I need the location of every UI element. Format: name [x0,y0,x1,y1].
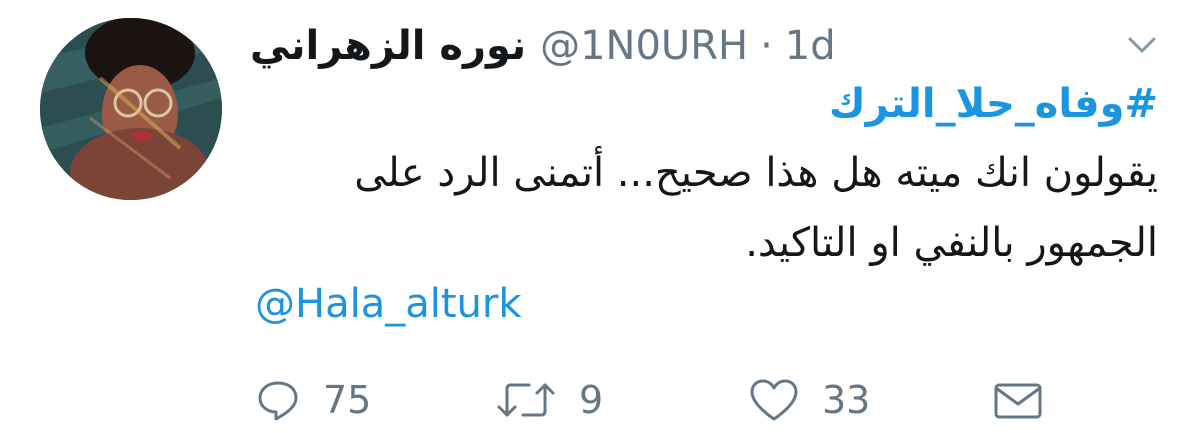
retweet-button[interactable]: 9 [495,370,603,430]
heart-icon [750,379,798,421]
speech-bubble-icon [258,381,298,421]
separator-dot: · [760,23,773,69]
like-button[interactable]: 33 [748,370,870,430]
hashtag-link[interactable]: #وفاه_حلا_الترك [258,76,1158,132]
avatar-photo [40,18,222,200]
reply-button[interactable]: 75 [255,370,371,430]
direct-message-button[interactable] [990,370,1046,430]
retweet-count: 9 [579,378,604,422]
mention-link[interactable]: @Hala_alturk [255,276,521,332]
display-name[interactable]: نوره الزهراني [250,18,526,74]
tweet-text-line-2: الجمهور بالنفي او التاكيد. [745,220,1158,266]
tweet-text-line-1: يقولون انك ميته هل هذا صحيح... أتمنى الر… [354,150,1158,196]
chevron-down-icon [1128,37,1156,53]
retweet-arrows-icon [497,383,555,417]
avatar[interactable] [40,18,222,200]
tweet-menu-button[interactable] [1122,30,1162,60]
envelope-icon [994,383,1042,419]
tweet-timestamp[interactable]: 1d [785,18,836,74]
user-handle[interactable]: @1N0URH [540,18,748,74]
tweet-actions: 75 9 33 [0,370,1200,430]
tweet-header: نوره الزهراني @1N0URH · 1d [250,18,850,74]
reply-count: 75 [323,378,372,422]
like-count: 33 [822,378,871,422]
